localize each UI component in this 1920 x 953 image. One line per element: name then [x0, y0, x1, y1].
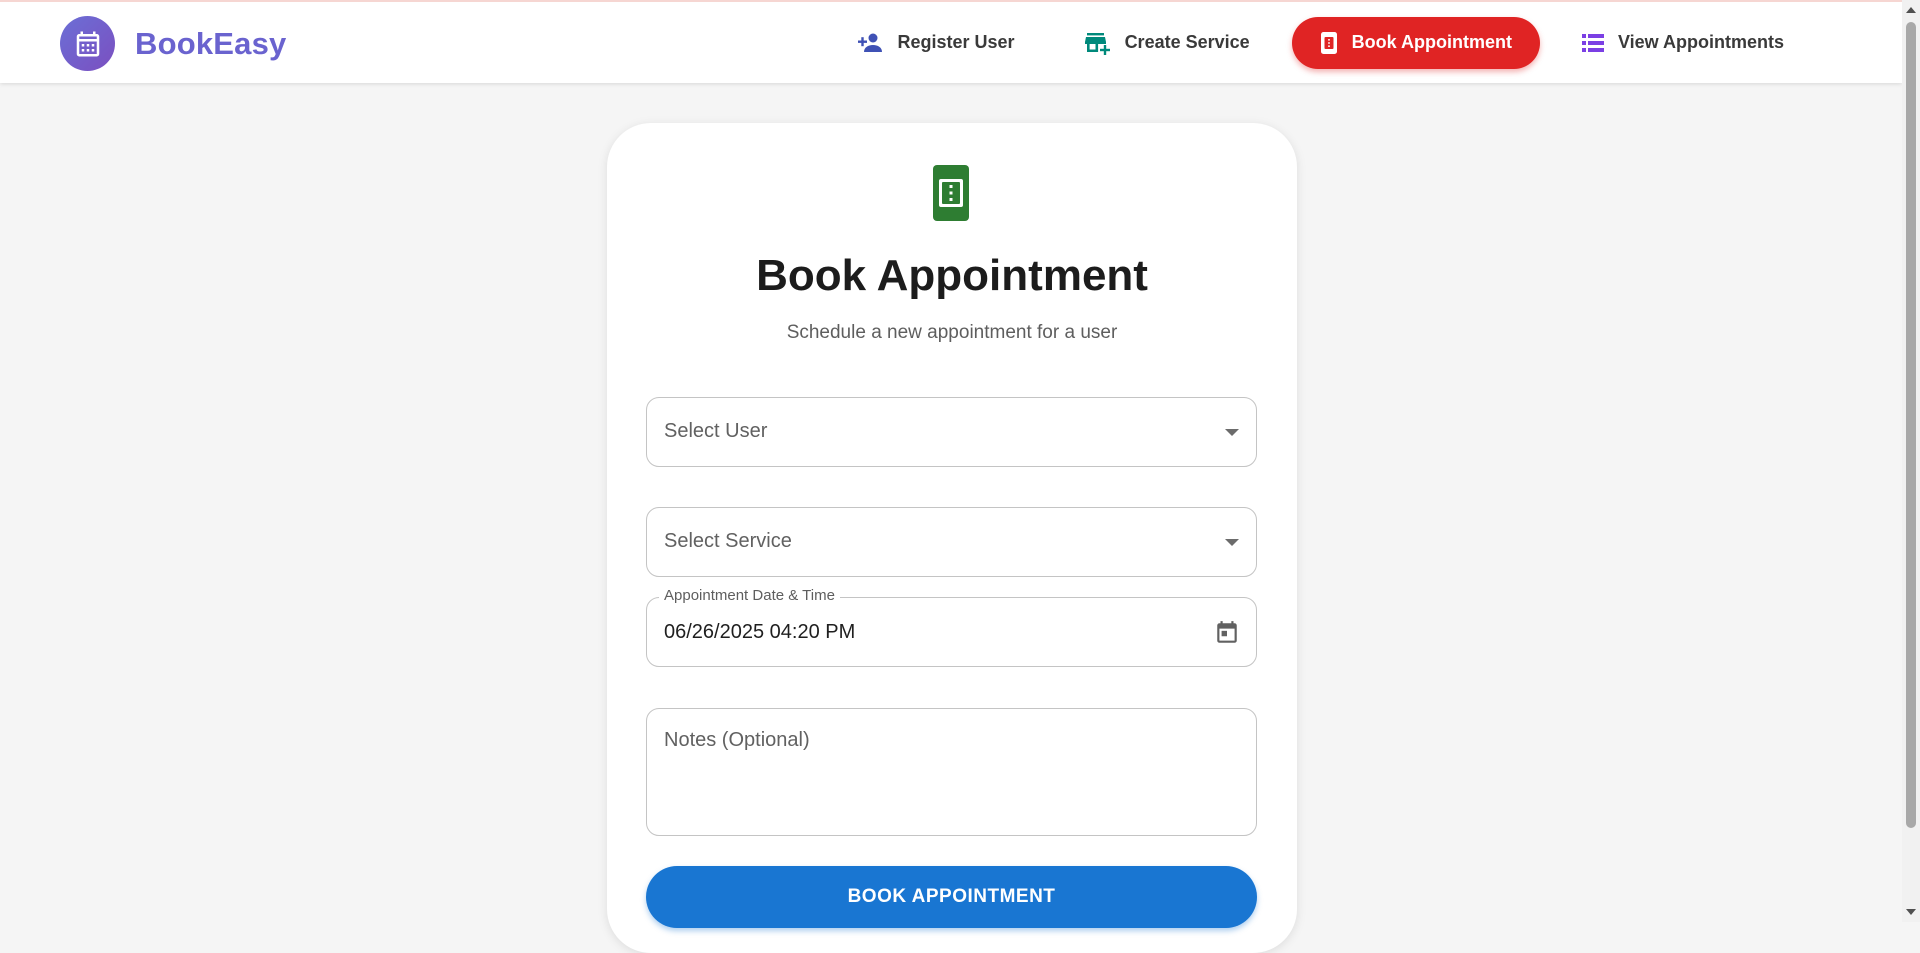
brand-logo — [60, 16, 115, 71]
notes-textarea[interactable] — [664, 729, 1239, 819]
appointment-datetime-field: Appointment Date & Time — [646, 587, 1257, 667]
calendar-icon — [1217, 621, 1237, 643]
calendar-picker-button[interactable] — [1212, 618, 1242, 648]
chevron-down-icon — [1225, 539, 1239, 546]
brand-name: BookEasy — [135, 25, 287, 61]
scroll-down-arrow-icon[interactable] — [1902, 904, 1920, 920]
select-service-dropdown[interactable]: Select Service — [646, 507, 1257, 577]
list-icon — [1581, 33, 1604, 52]
page-scrollbar[interactable] — [1902, 0, 1920, 922]
nav-register-user-label: Register User — [897, 32, 1015, 52]
nav-view-appointments[interactable]: View Appointments — [1554, 17, 1812, 69]
chevron-down-icon — [1225, 429, 1239, 436]
add-business-icon — [1084, 32, 1110, 55]
nav-create-service[interactable]: Create Service — [1057, 17, 1278, 69]
calendar-icon — [76, 31, 99, 56]
ticket-icon — [933, 165, 969, 221]
select-user-placeholder: Select User — [664, 420, 768, 442]
top-app-bar: BookEasy Register User Create Service Bo… — [0, 0, 1902, 83]
page-subtitle: Schedule a new appointment for a user — [786, 322, 1118, 343]
nav-register-user[interactable]: Register User — [830, 17, 1043, 69]
notes-field — [646, 708, 1257, 836]
appointment-datetime-label: Appointment Date & Time — [659, 587, 840, 604]
select-user-dropdown[interactable]: Select User — [646, 397, 1257, 467]
appointment-datetime-input[interactable] — [664, 621, 1184, 644]
nav-book-appointment-label: Book Appointment — [1351, 32, 1512, 52]
person-add-icon — [857, 33, 882, 52]
main-nav: Register User Create Service Book Appoin… — [830, 2, 1903, 83]
nav-view-appointments-label: View Appointments — [1617, 32, 1784, 52]
scroll-up-arrow-icon[interactable] — [1902, 2, 1920, 18]
nav-create-service-label: Create Service — [1124, 32, 1250, 52]
scrollbar-thumb[interactable] — [1906, 22, 1916, 828]
book-appointment-card: Book Appointment Schedule a new appointm… — [607, 123, 1297, 953]
form-header-icon — [933, 165, 969, 226]
page-title: Book Appointment — [756, 251, 1148, 300]
nav-book-appointment[interactable]: Book Appointment — [1291, 16, 1540, 69]
select-service-placeholder: Select Service — [664, 530, 792, 552]
ticket-icon — [1320, 31, 1337, 54]
book-appointment-button[interactable]: BOOK APPOINTMENT — [646, 866, 1257, 928]
brand-home-link[interactable]: BookEasy — [60, 16, 287, 71]
